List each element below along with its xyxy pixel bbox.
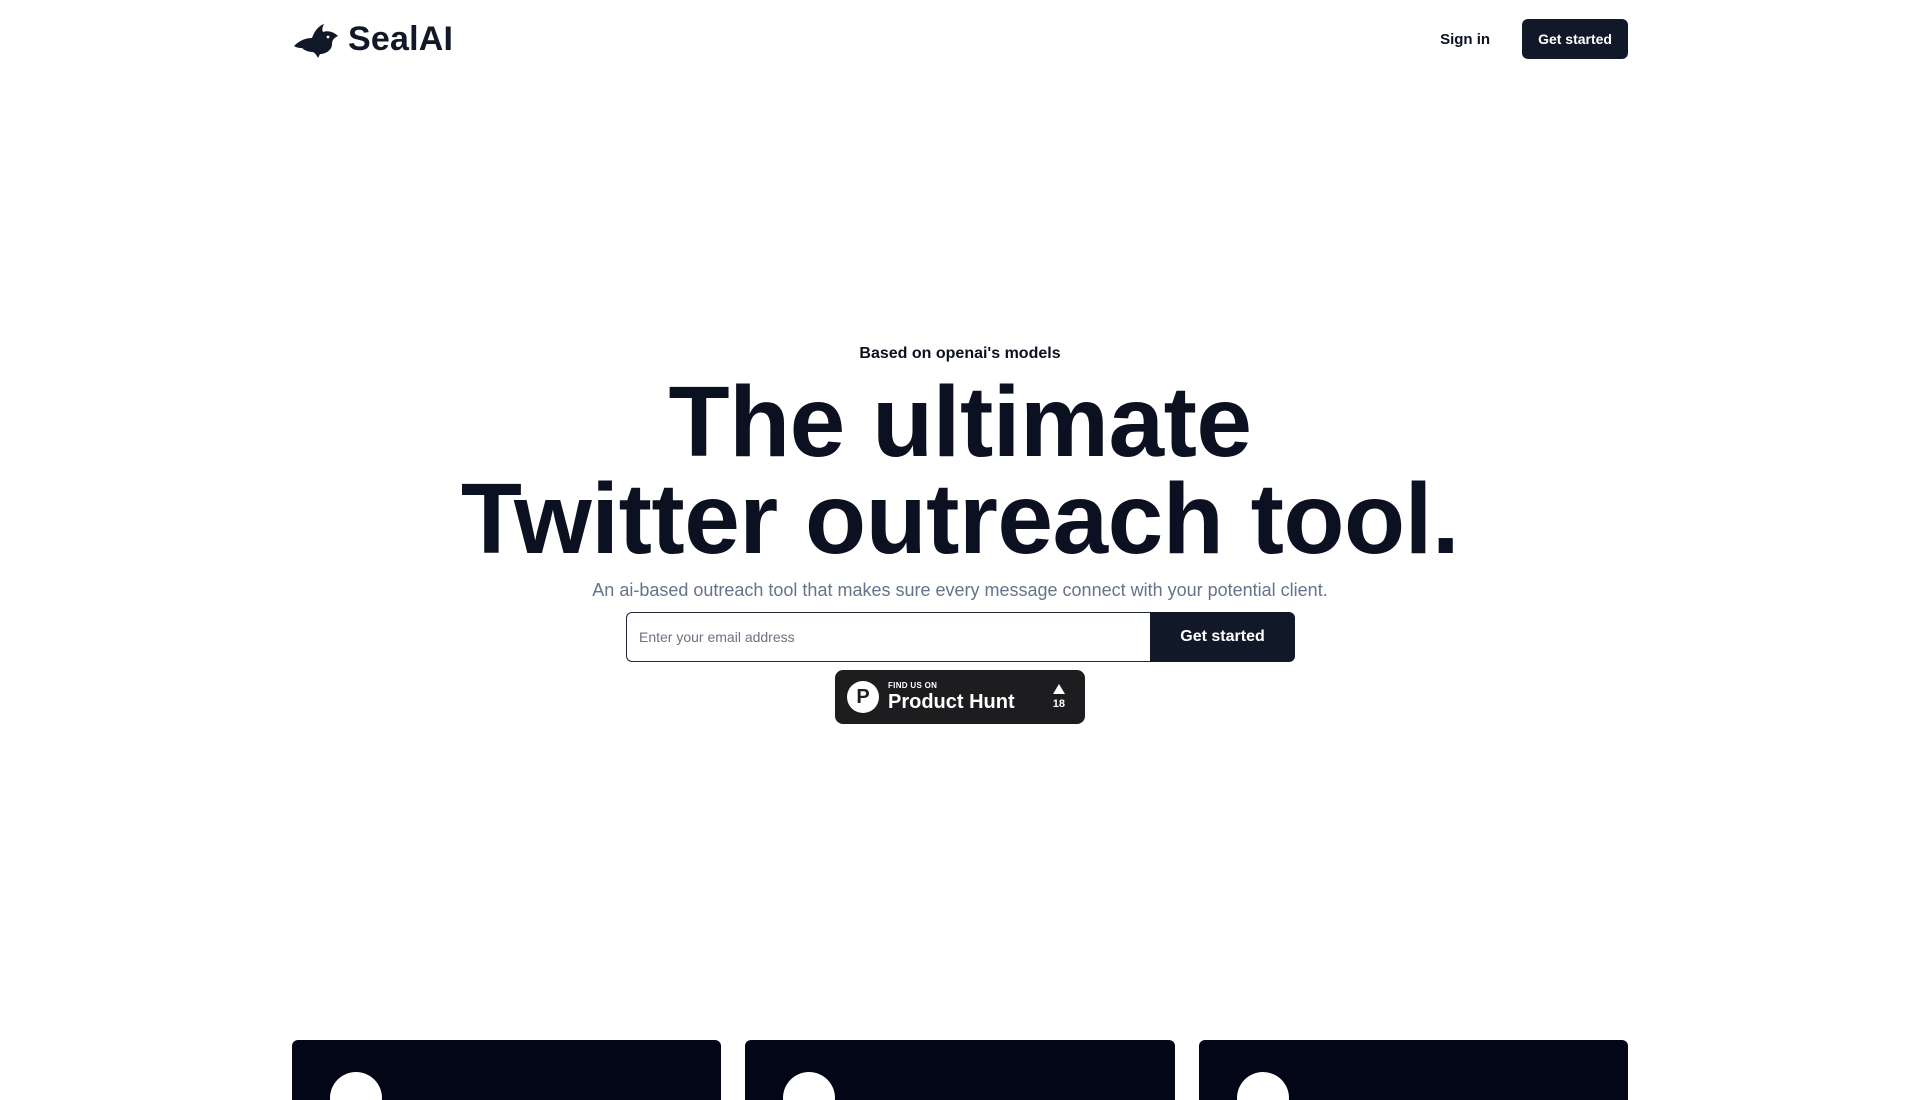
hero-headline-line-1: The ultimate [668, 366, 1252, 478]
feature-icon [1236, 1072, 1289, 1100]
feature-icon [330, 1072, 382, 1100]
brand-name: SealAI [348, 19, 454, 58]
product-hunt-text: FIND US ON Product Hunt [888, 681, 1015, 713]
product-hunt-vote-count: 18 [1052, 698, 1065, 710]
feature-card [745, 1040, 1175, 1100]
site-header: SealAI Sign in Get started [292, 16, 1628, 62]
feature-icon [783, 1072, 836, 1100]
email-signup-form: Get started [626, 612, 1295, 662]
feature-cards [292, 1040, 1628, 1100]
product-hunt-logo-icon: P [847, 681, 879, 713]
feature-card [1198, 1040, 1628, 1100]
product-hunt-kicker: FIND US ON [888, 681, 938, 690]
hero-eyebrow: Based on openai's models [859, 345, 1061, 362]
header-nav: Sign in Get started [1440, 19, 1628, 59]
header-get-started-button[interactable]: Get started [1522, 19, 1628, 59]
hero-headline-line-2: Twitter outreach tool. [460, 463, 1460, 575]
sign-in-link[interactable]: Sign in [1440, 31, 1490, 48]
product-hunt-votes: 18 [1053, 684, 1065, 710]
product-hunt-badge[interactable]: P FIND US ON Product Hunt 18 [835, 670, 1085, 724]
product-hunt-title: Product Hunt [888, 691, 1015, 713]
hero-get-started-button[interactable]: Get started [1150, 612, 1295, 662]
upvote-arrow-icon [1052, 684, 1065, 694]
feature-card [292, 1040, 722, 1100]
brand[interactable]: SealAI [292, 18, 453, 60]
hero-subheadline: An ai-based outreach tool that makes sur… [592, 580, 1328, 600]
seal-logo-icon [294, 24, 338, 58]
hero-headline: The ultimate Twitter outreach tool. [0, 372, 1920, 569]
email-input[interactable] [626, 612, 1150, 662]
